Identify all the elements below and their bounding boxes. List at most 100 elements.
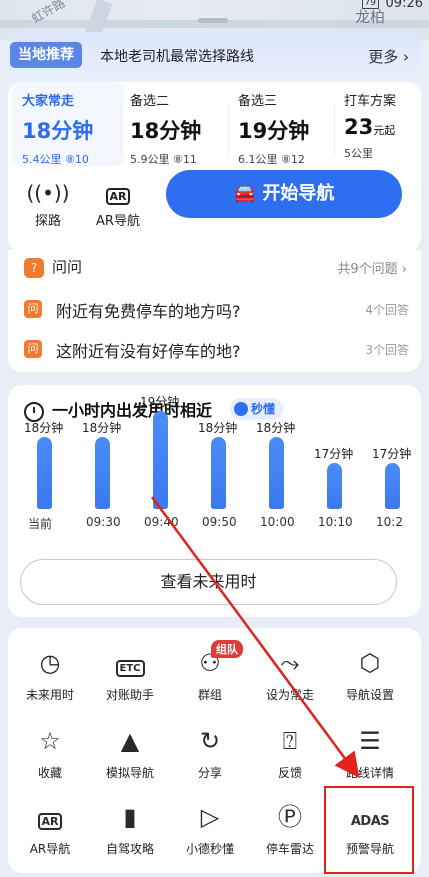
grid-item-label: 路线详情	[345, 766, 394, 780]
ar-nav-tool-button[interactable]: AR AR导航	[88, 180, 148, 229]
drag-handle[interactable]	[198, 18, 228, 23]
question-item[interactable]: 问 这附近有没有好停车的地? 3个回答	[24, 336, 409, 364]
bar-time-label: 09:30	[86, 515, 121, 529]
list-icon: ☰	[359, 727, 381, 755]
miao-dong-badge[interactable]: 秒懂	[230, 398, 284, 420]
team-badge: 组队	[211, 640, 243, 658]
bar-value-label: 17分钟	[314, 447, 354, 461]
grid-item-label: AR导航	[29, 842, 71, 856]
signal-icon: ((•))	[26, 181, 70, 205]
grid-item-list[interactable]: ☰ 路线详情	[330, 724, 410, 781]
grid-item-label: 反馈	[277, 766, 302, 780]
taxi-option[interactable]: 打车方案 23元起 5公里	[344, 90, 416, 170]
grid-item-label: 自驾攻略	[105, 842, 154, 856]
answer-count: 3个回答	[365, 343, 409, 357]
grid-item-label: 分享	[197, 766, 222, 780]
status-time: 09:26	[385, 0, 423, 11]
grid-item-label: 收藏	[37, 766, 62, 780]
grid-item-star[interactable]: ☆ 收藏	[10, 724, 90, 781]
grid-item-settings[interactable]: ⬡ 导航设置	[330, 646, 410, 703]
grid-item-etc[interactable]: ETC 对账助手	[90, 646, 170, 703]
time-bar	[211, 437, 226, 509]
time-bar	[153, 411, 168, 509]
ar-icon: AR	[10, 800, 90, 834]
clock-icon: ◷	[39, 649, 61, 677]
time-bar	[95, 437, 110, 509]
bar-value-label: 18分钟	[256, 421, 296, 435]
route-info: 5公里	[344, 147, 373, 160]
bar-time-label: 09:50	[202, 515, 237, 529]
tool-label: AR导航	[96, 214, 140, 229]
route-info: 6.1公里 ⑧12	[238, 153, 305, 166]
bar-time-label: 10:00	[260, 515, 295, 529]
route-option-3[interactable]: 备选三 19分钟 6.1公里 ⑧12	[238, 90, 338, 170]
start-nav-label: 开始导航	[262, 183, 335, 204]
answer-count: 4个回答	[365, 303, 409, 317]
question-text: 附近有免费停车的地方吗?	[56, 302, 241, 321]
qa-count[interactable]: 共9个问题 ›	[337, 258, 407, 277]
grid-item-label: 群组	[197, 688, 222, 702]
route-time: 23元起	[344, 115, 396, 139]
grid-item-label: 小德秒懂	[185, 842, 234, 856]
status-bar: 79 09:26	[0, 0, 429, 14]
question-item[interactable]: 问 附近有免费停车的地方吗? 4个回答	[24, 296, 409, 324]
route-card: 当地推荐 本地老司机最常选择路线 更多 › 大家常走 18分钟 5.4公里 ⑧1…	[8, 32, 421, 252]
qa-header[interactable]: ? 问问	[24, 256, 82, 278]
more-button[interactable]: 更多 ›	[368, 46, 409, 67]
star-icon: ☆	[39, 727, 61, 755]
tool-label: 探路	[34, 214, 61, 229]
time-bar	[327, 463, 342, 509]
grid-item-book[interactable]: ▮ 自驾攻略	[90, 800, 170, 857]
route-info: 5.9公里 ⑧11	[130, 153, 197, 166]
grid-item-label: 未来用时	[25, 688, 74, 702]
local-tag: 当地推荐	[10, 42, 82, 68]
view-future-time-button[interactable]: 查看未来用时	[20, 559, 397, 605]
grid-item-play[interactable]: ▷ 小德秒懂	[170, 800, 250, 857]
route-option-2[interactable]: 备选二 18分钟 5.9公里 ⑧11	[130, 90, 230, 170]
route-time: 18分钟	[130, 119, 202, 143]
grid-item-share[interactable]: ↻ 分享	[170, 724, 250, 781]
grid-item-ar[interactable]: AR AR导航	[10, 800, 90, 857]
grid-item-navigate[interactable]: ▲ 模拟导航	[90, 724, 170, 781]
time-section-title: 一小时内出发用时相近	[24, 397, 212, 422]
start-navigation-button[interactable]: 🚘 开始导航	[166, 170, 402, 218]
question-icon: 问	[24, 340, 42, 358]
route-time: 19分钟	[238, 119, 310, 143]
navigate-icon: ▲	[120, 727, 140, 755]
route-name: 大家常走	[22, 94, 75, 109]
departure-time-card: 一小时内出发用时相近 秒懂 18分钟 当前 18分钟 09:30 19分钟 09:40 18…	[8, 385, 421, 617]
grid-item-feedback[interactable]: ⍰ 反馈	[250, 724, 330, 781]
settings-icon: ⬡	[359, 649, 381, 677]
route-name: 备选二	[130, 94, 170, 109]
grid-item-label: 模拟导航	[105, 766, 154, 780]
grid-item-parking[interactable]: Ⓟ 停车雷达	[250, 800, 330, 857]
highlight-box	[324, 786, 414, 874]
bar-value-label: 19分钟	[140, 395, 180, 409]
play-icon: ▷	[200, 803, 220, 831]
explore-route-button[interactable]: ((•)) 探路	[18, 180, 78, 229]
bar-value-label: 17分钟	[372, 447, 412, 461]
bar-time-label: 09:40	[144, 515, 179, 529]
battery-indicator: 79	[361, 0, 379, 9]
book-icon: ▮	[123, 803, 137, 831]
bar-time-label: 10:2	[376, 515, 403, 529]
route-info: 5.4公里 ⑧10	[22, 153, 89, 166]
etc-icon: ETC	[90, 646, 170, 680]
grid-item-label: 停车雷达	[265, 842, 314, 856]
route-name: 备选三	[238, 94, 278, 109]
bar-value-label: 18分钟	[24, 421, 64, 435]
grid-item-group[interactable]: ⚇ 组队 群组	[170, 640, 250, 703]
play-icon	[234, 401, 248, 416]
question-text: 这附近有没有好停车的地?	[56, 342, 241, 361]
bar-value-label: 18分钟	[82, 421, 122, 435]
route-option-1[interactable]: 大家常走 18分钟 5.4公里 ⑧10	[12, 82, 124, 170]
routes-panel: 大家常走 18分钟 5.4公里 ⑧10 备选二 18分钟 5.9公里 ⑧11 备…	[8, 82, 421, 252]
route-name: 打车方案	[344, 94, 397, 109]
grid-item-clock[interactable]: ◷ 未来用时	[10, 646, 90, 703]
bar-time-label: 当前	[28, 517, 53, 531]
qa-card: ? 问问 共9个问题 › 问 附近有免费停车的地方吗? 4个回答 问 这附近有没有…	[8, 250, 421, 372]
time-bar-chart: 18分钟当前 18分钟 09:30 19分钟 09:40 18分钟 09:50 18分钟 10:…	[8, 395, 421, 545]
grid-item-route[interactable]: ⤳ 设为常走	[250, 646, 330, 703]
local-description: 本地老司机最常选择路线	[100, 49, 254, 65]
bar-value-label: 18分钟	[198, 421, 238, 435]
